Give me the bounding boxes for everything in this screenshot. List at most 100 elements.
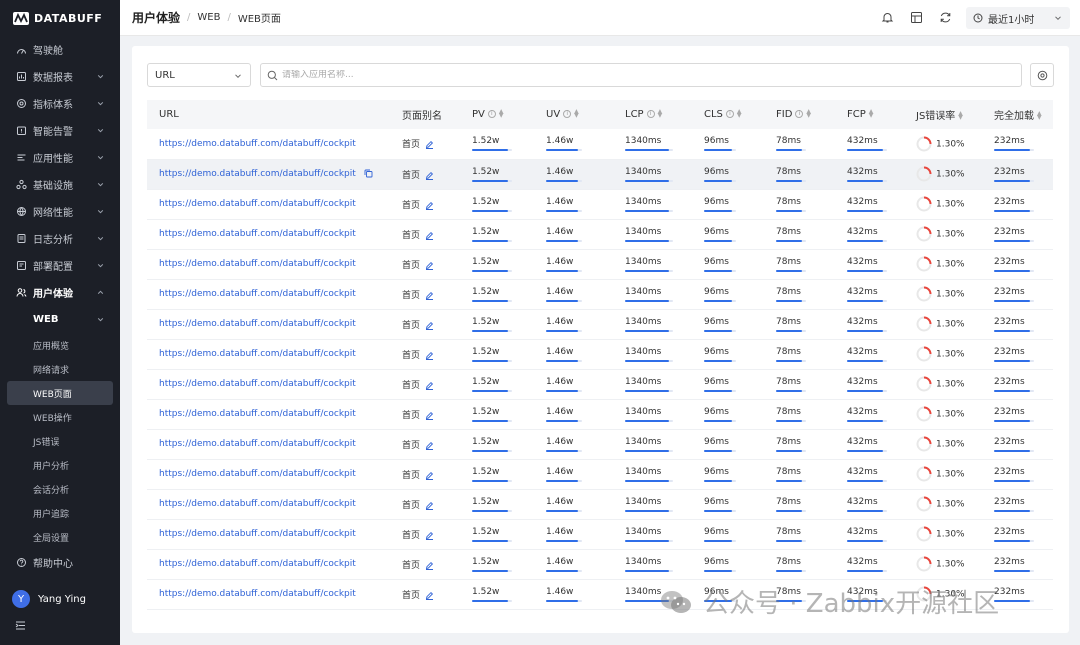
sidebar-item-1[interactable]: 驾驶舱 [0, 36, 120, 63]
table-row[interactable]: https://demo.databuff.com/databuff/cockp… [147, 279, 1053, 310]
sidebar-subitem-7[interactable]: 会话分析 [0, 477, 120, 501]
table-row[interactable]: https://demo.databuff.com/databuff/cockp… [147, 339, 1053, 370]
sidebar-subitem-6[interactable]: 用户分析 [0, 453, 120, 477]
url-link[interactable]: https://demo.databuff.com/databuff/cockp… [159, 529, 356, 539]
table-row[interactable]: https://demo.databuff.com/databuff/cockp… [147, 309, 1053, 340]
sidebar-group-web[interactable]: WEB [0, 306, 120, 333]
layout-icon[interactable] [910, 11, 923, 24]
column-header-3[interactable]: PV i ▲ ▼ [460, 100, 534, 129]
sort-icon[interactable]: ▲ ▼ [869, 109, 874, 119]
user-profile[interactable]: Y Yang Ying [0, 587, 120, 611]
sort-icon[interactable]: ▲ ▼ [958, 111, 963, 121]
sidebar-item-8[interactable]: 日志分析 [0, 225, 120, 252]
column-header-10[interactable]: 完全加载 ▲ ▼ [982, 100, 1053, 129]
info-icon[interactable]: i [795, 110, 804, 118]
sidebar-item-4[interactable]: 智能告警 [0, 117, 120, 144]
url-link[interactable]: https://demo.databuff.com/databuff/cockp… [159, 499, 356, 509]
column-settings-button[interactable] [1030, 63, 1054, 87]
edit-icon[interactable] [425, 501, 434, 510]
url-link[interactable]: https://demo.databuff.com/databuff/cockp… [159, 349, 356, 359]
breadcrumb-item-web[interactable]: WEB [197, 12, 220, 23]
info-icon[interactable]: i [563, 110, 572, 118]
edit-icon[interactable] [425, 231, 434, 240]
sidebar-subitem-1[interactable]: 应用概览 [0, 333, 120, 357]
column-header-6[interactable]: CLS i ▲ ▼ [692, 100, 764, 129]
column-header-9[interactable]: JS错误率 ▲ ▼ [904, 100, 982, 129]
edit-icon[interactable] [425, 411, 434, 420]
edit-icon[interactable] [425, 471, 434, 480]
sidebar-item-9[interactable]: 部署配置 [0, 252, 120, 279]
edit-icon[interactable] [425, 201, 434, 210]
sidebar-item-5[interactable]: 应用性能 [0, 144, 120, 171]
breadcrumb-item-root[interactable]: 用户体验 [132, 9, 180, 26]
sort-icon[interactable]: ▲ ▼ [499, 109, 504, 119]
sort-icon[interactable]: ▲ ▼ [1037, 111, 1042, 121]
time-range-select[interactable]: 最近1小时 [966, 7, 1070, 29]
edit-icon[interactable] [425, 441, 434, 450]
url-link[interactable]: https://demo.databuff.com/databuff/cockp… [159, 469, 356, 479]
sidebar-item-help[interactable]: 帮助中心 [0, 549, 120, 576]
table-row[interactable]: https://demo.databuff.com/databuff/cockp… [147, 519, 1053, 550]
url-link[interactable]: https://demo.databuff.com/databuff/cockp… [159, 379, 356, 389]
notification-bell-icon[interactable] [881, 11, 894, 24]
edit-icon[interactable] [425, 321, 434, 330]
url-link[interactable]: https://demo.databuff.com/databuff/cockp… [159, 229, 356, 239]
url-link[interactable]: https://demo.databuff.com/databuff/cockp… [159, 409, 356, 419]
edit-icon[interactable] [425, 291, 434, 300]
sidebar-subitem-8[interactable]: 用户追踪 [0, 501, 120, 525]
sort-icon[interactable]: ▲ ▼ [806, 109, 811, 119]
sidebar-subitem-4[interactable]: WEB操作 [0, 405, 120, 429]
sort-icon[interactable]: ▲ ▼ [737, 109, 742, 119]
sidebar-item-10[interactable]: 用户体验 [0, 279, 120, 306]
sidebar-item-6[interactable]: 基础设施 [0, 171, 120, 198]
filter-field-select[interactable]: URL [147, 63, 251, 87]
column-header-5[interactable]: LCP i ▲ ▼ [613, 100, 692, 129]
table-row[interactable]: https://demo.databuff.com/databuff/cockp… [147, 189, 1053, 220]
table-row[interactable]: https://demo.databuff.com/databuff/cockp… [147, 489, 1053, 520]
edit-icon[interactable] [425, 140, 434, 150]
sidebar-subitem-2[interactable]: 网络请求 [0, 357, 120, 381]
sidebar-subitem-5[interactable]: JS错误 [0, 429, 120, 453]
sidebar-item-3[interactable]: 指标体系 [0, 90, 120, 117]
table-row[interactable]: https://demo.databuff.com/databuff/cockp… [147, 399, 1053, 430]
collapse-sidebar-icon[interactable] [15, 620, 26, 631]
url-link[interactable]: https://demo.databuff.com/databuff/cockp… [159, 559, 356, 569]
info-icon[interactable]: i [725, 110, 734, 118]
table-row[interactable]: https://demo.databuff.com/databuff/cockp… [147, 369, 1053, 400]
table-row[interactable]: https://demo.databuff.com/databuff/cockp… [147, 129, 1053, 160]
edit-icon[interactable] [425, 591, 434, 600]
sidebar-item-7[interactable]: 网络性能 [0, 198, 120, 225]
table-row[interactable]: https://demo.databuff.com/databuff/cockp… [147, 219, 1053, 250]
table-row[interactable]: https://demo.databuff.com/databuff/cockp… [147, 459, 1053, 490]
url-link[interactable]: https://demo.databuff.com/databuff/cockp… [159, 439, 356, 449]
url-link[interactable]: https://demo.databuff.com/databuff/cockp… [159, 259, 356, 269]
brand-logo[interactable]: DATABUFF [0, 0, 120, 36]
sidebar-subitem-3[interactable]: WEB页面 [7, 381, 113, 405]
info-icon[interactable]: i [487, 110, 496, 118]
sidebar-item-2[interactable]: 数据报表 [0, 63, 120, 90]
table-row[interactable]: https://demo.databuff.com/databuff/cockp… [147, 249, 1053, 280]
edit-icon[interactable] [425, 381, 434, 390]
edit-icon[interactable] [425, 261, 434, 270]
refresh-icon[interactable] [939, 11, 952, 24]
table-row[interactable]: https://demo.databuff.com/databuff/cockp… [147, 429, 1053, 460]
edit-icon[interactable] [425, 531, 434, 540]
edit-icon[interactable] [425, 171, 434, 180]
search-input[interactable] [282, 70, 982, 80]
column-header-7[interactable]: FID i ▲ ▼ [764, 100, 835, 129]
url-link[interactable]: https://demo.databuff.com/databuff/cockp… [159, 289, 356, 299]
column-header-8[interactable]: FCP ▲ ▼ [835, 100, 904, 129]
edit-icon[interactable] [425, 351, 434, 360]
table-row[interactable]: https://demo.databuff.com/databuff/cockp… [147, 549, 1053, 580]
copy-icon[interactable] [364, 169, 373, 178]
column-header-4[interactable]: UV i ▲ ▼ [534, 100, 613, 129]
url-link[interactable]: https://demo.databuff.com/databuff/cockp… [159, 589, 356, 599]
sort-icon[interactable]: ▲ ▼ [574, 109, 579, 119]
url-link[interactable]: https://demo.databuff.com/databuff/cockp… [159, 139, 356, 149]
sort-icon[interactable]: ▲ ▼ [658, 109, 663, 119]
url-link[interactable]: https://demo.databuff.com/databuff/cockp… [159, 199, 356, 209]
info-icon[interactable]: i [646, 110, 655, 118]
edit-icon[interactable] [425, 561, 434, 570]
url-link[interactable]: https://demo.databuff.com/databuff/cockp… [159, 169, 356, 179]
url-link[interactable]: https://demo.databuff.com/databuff/cockp… [159, 319, 356, 329]
